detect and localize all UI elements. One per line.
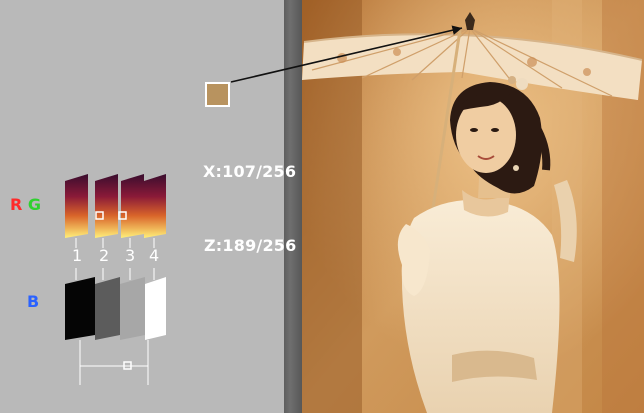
sepia-photo	[302, 0, 644, 413]
gradient-number-2: 2	[99, 246, 110, 265]
rg-axis-label: R G	[10, 195, 41, 214]
gradient-legend-panel	[0, 0, 284, 413]
gradient-number-1: 1	[72, 246, 83, 265]
panel-divider	[284, 0, 302, 413]
z-coordinate-readout: Z:189/256	[204, 236, 297, 255]
b-axis-label: B	[27, 292, 40, 311]
x-coordinate-readout: X:107/256	[203, 162, 297, 181]
gradient-number-3: 3	[125, 246, 136, 265]
sampled-color-swatch	[205, 82, 230, 107]
gradient-number-4: 4	[149, 246, 160, 265]
sepia-photo-drawing	[302, 0, 644, 413]
g-label: G	[27, 195, 42, 214]
r-label: R	[10, 195, 23, 214]
